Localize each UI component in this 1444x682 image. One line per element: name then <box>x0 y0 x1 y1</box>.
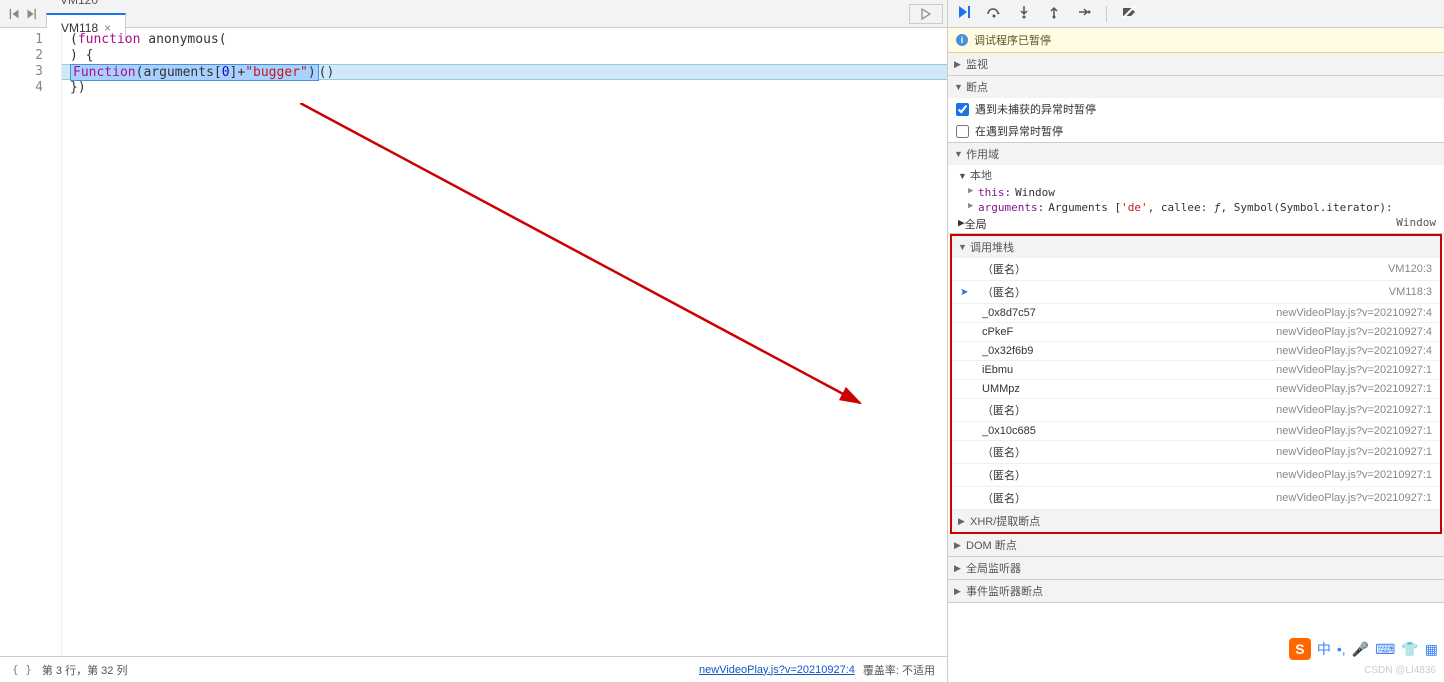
editor-tab-bar: VM120VM118× <box>0 0 947 28</box>
cursor-position: 第 3 行，第 32 列 <box>42 662 128 678</box>
pause-caught-checkbox[interactable]: 在遇到异常时暂停 <box>948 120 1444 142</box>
run-snippet-icon[interactable] <box>909 4 943 24</box>
global-listeners-header[interactable]: ▶全局监听器 <box>948 557 1444 579</box>
code-line-3[interactable]: Function(arguments[0]+"bugger")() <box>62 64 947 80</box>
dom-breakpoints-header[interactable]: ▶DOM 断点 <box>948 534 1444 556</box>
deactivate-breakpoints-button[interactable] <box>1121 4 1137 23</box>
tab-nav-buttons[interactable] <box>0 7 46 21</box>
code-editor[interactable]: 1234 (function anonymous() {Function(arg… <box>0 28 947 656</box>
ime-punct-icon[interactable]: •, <box>1337 641 1346 657</box>
sogou-icon[interactable]: S <box>1289 638 1311 660</box>
breakpoints-section-header[interactable]: ▼断点 <box>948 76 1444 98</box>
paused-text: 调试程序已暂停 <box>974 32 1051 48</box>
ime-keyboard-icon[interactable]: ⌨ <box>1375 641 1395 658</box>
tab-VM120[interactable]: VM120 <box>46 0 126 13</box>
step-out-button[interactable] <box>1046 4 1062 23</box>
step-over-button[interactable] <box>986 4 1002 23</box>
code-line-4[interactable]: }) <box>62 80 947 96</box>
stack-frame[interactable]: （匿名）VM120:3 <box>952 258 1440 281</box>
debugger-paused-banner: i 调试程序已暂停 <box>948 28 1444 53</box>
step-button[interactable] <box>1076 4 1092 23</box>
scope-this[interactable]: ▶this:Window <box>948 185 1444 200</box>
stack-frame[interactable]: ➤（匿名）VM118:3 <box>952 281 1440 304</box>
event-listeners-header[interactable]: ▶事件监听器断点 <box>948 580 1444 602</box>
editor-status-bar: { } 第 3 行，第 32 列 newVideoPlay.js?v=20210… <box>0 656 947 682</box>
stack-frame[interactable]: （匿名）newVideoPlay.js?v=20210927:1 <box>952 464 1440 487</box>
source-link[interactable]: newVideoPlay.js?v=20210927:4 <box>699 664 855 676</box>
stack-frame[interactable]: _0x8d7c57newVideoPlay.js?v=20210927:4 <box>952 304 1440 323</box>
callstack-section-header[interactable]: ▼调用堆栈 <box>952 236 1440 258</box>
debugger-toolbar <box>948 0 1444 28</box>
watch-section-header[interactable]: ▶监视 <box>948 53 1444 75</box>
resume-button[interactable] <box>956 4 972 23</box>
stack-frame[interactable]: _0x32f6b9newVideoPlay.js?v=20210927:4 <box>952 342 1440 361</box>
xhr-section-header[interactable]: ▶XHR/提取断点 <box>952 510 1440 532</box>
info-icon: i <box>956 34 968 46</box>
ime-toolbar: S 中 •, 🎤 ⌨ 👕 ▦ <box>1289 638 1438 660</box>
ime-skin-icon[interactable]: 👕 <box>1401 641 1418 658</box>
ime-lang[interactable]: 中 <box>1317 639 1331 659</box>
watermark: CSDN @LI4836 <box>1364 665 1436 676</box>
coverage-label: 覆盖率: 不适用 <box>863 662 935 678</box>
stack-frame[interactable]: （匿名）newVideoPlay.js?v=20210927:1 <box>952 487 1440 510</box>
pretty-print-icon[interactable]: { } <box>12 663 32 676</box>
ime-menu-icon[interactable]: ▦ <box>1425 641 1438 658</box>
stack-frame[interactable]: （匿名）newVideoPlay.js?v=20210927:1 <box>952 441 1440 464</box>
stack-frame[interactable]: cPkeFnewVideoPlay.js?v=20210927:4 <box>952 323 1440 342</box>
stack-frame[interactable]: UMMpznewVideoPlay.js?v=20210927:1 <box>952 380 1440 399</box>
scope-global[interactable]: ▶ 全局Window <box>948 215 1444 233</box>
code-line-2[interactable]: ) { <box>62 48 947 64</box>
stack-frame[interactable]: iEbmunewVideoPlay.js?v=20210927:1 <box>952 361 1440 380</box>
scope-section-header[interactable]: ▼作用域 <box>948 143 1444 165</box>
stack-frame[interactable]: （匿名）newVideoPlay.js?v=20210927:1 <box>952 399 1440 422</box>
ime-mic-icon[interactable]: 🎤 <box>1352 641 1369 658</box>
code-line-1[interactable]: (function anonymous( <box>62 32 947 48</box>
stack-frame[interactable]: _0x10c685newVideoPlay.js?v=20210927:1 <box>952 422 1440 441</box>
scope-local-header[interactable]: ▼ 本地 <box>948 165 1444 185</box>
scope-arguments[interactable]: ▶arguments: Arguments ['de', callee: ƒ, … <box>948 200 1444 215</box>
pause-uncaught-checkbox[interactable]: 遇到未捕获的异常时暂停 <box>948 98 1444 120</box>
step-into-button[interactable] <box>1016 4 1032 23</box>
